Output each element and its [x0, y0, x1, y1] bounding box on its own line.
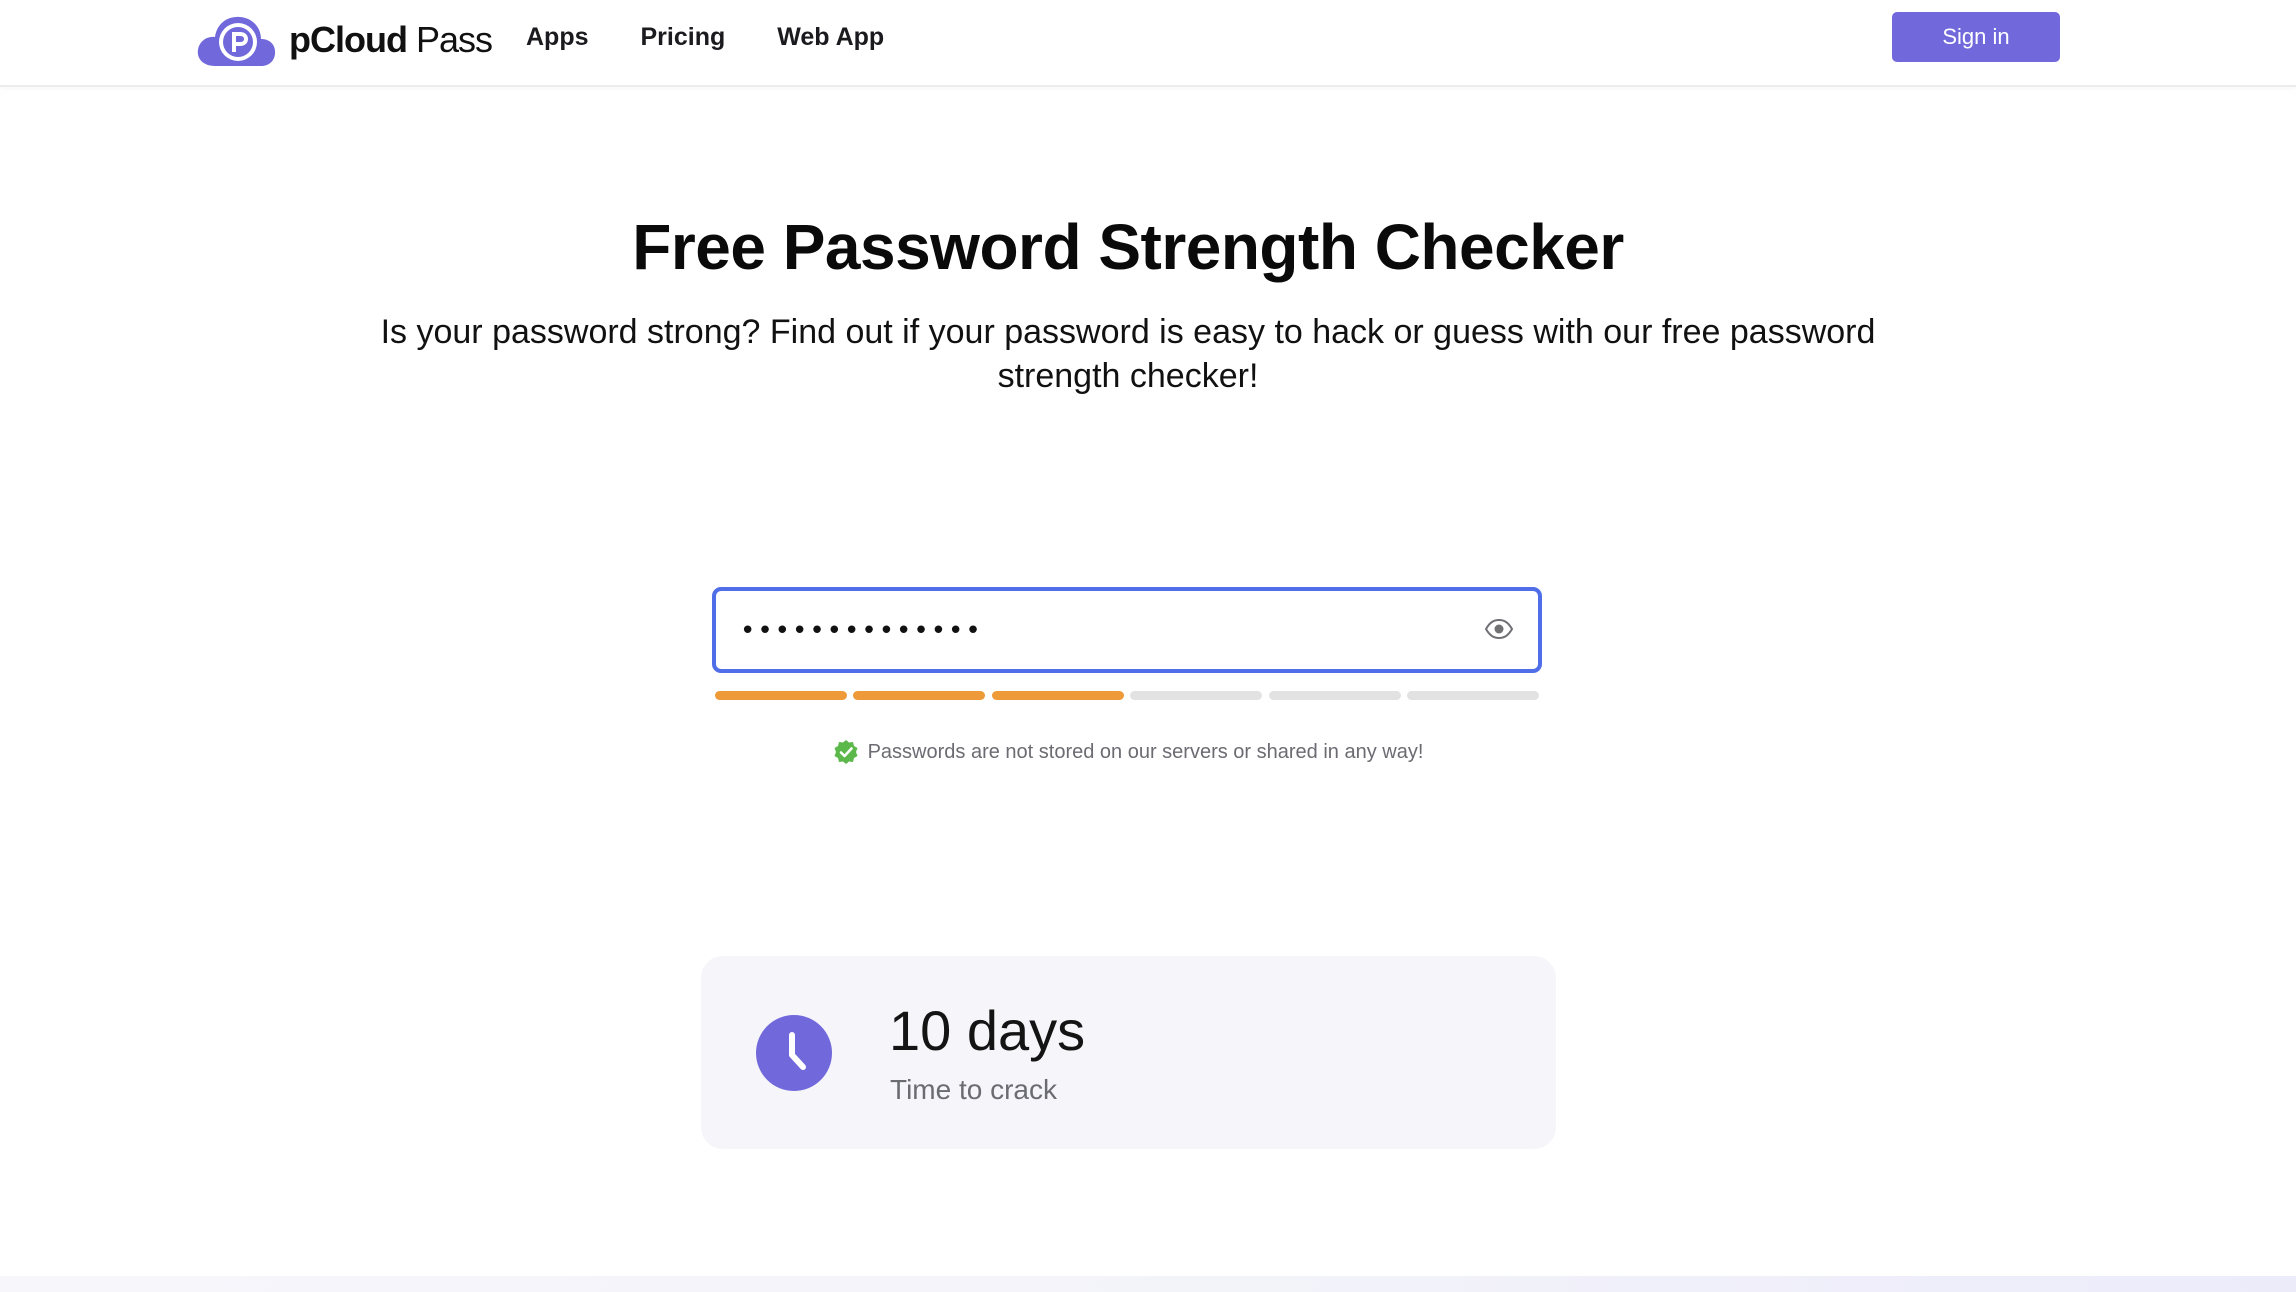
site-header: pCloud Pass Apps Pricing Web App Sign in	[0, 0, 2296, 87]
privacy-notice: Passwords are not stored on our servers …	[0, 739, 2256, 765]
page-subtitle: Is your password strong? Find out if you…	[380, 313, 1876, 395]
eye-icon[interactable]	[1484, 617, 1514, 641]
verified-check-icon	[833, 739, 859, 765]
privacy-notice-text: Passwords are not stored on our servers …	[867, 740, 1424, 763]
strength-segment	[715, 691, 847, 700]
brand-wordmark: pCloud Pass	[289, 12, 493, 68]
clock-icon	[756, 1015, 832, 1091]
brand-name: pCloud	[289, 19, 408, 60]
crack-time-card: 10 days Time to crack	[701, 956, 1556, 1149]
strength-segment	[1268, 691, 1401, 700]
crack-time-value: 10 days	[889, 999, 1086, 1062]
strength-segment	[991, 691, 1124, 700]
page: pCloud Pass Apps Pricing Web App Sign in…	[0, 0, 2296, 1292]
product-name: Pass	[415, 19, 493, 60]
nav-web-app[interactable]: Web App	[777, 23, 884, 52]
strength-segment	[1130, 691, 1263, 700]
sign-in-button[interactable]: Sign in	[1892, 12, 2060, 62]
strength-segment	[1406, 691, 1539, 700]
crack-time-label: Time to crack	[890, 1074, 1057, 1105]
footer-band	[0, 1276, 2296, 1292]
strength-meter	[715, 691, 1539, 700]
pcloud-logo-icon	[195, 12, 277, 68]
page-title: Free Password Strength Checker	[632, 211, 1624, 283]
password-input[interactable]	[738, 605, 1442, 657]
strength-segment	[853, 691, 986, 700]
nav-pricing[interactable]: Pricing	[641, 23, 726, 52]
nav-apps[interactable]: Apps	[526, 23, 589, 52]
home-logo-link[interactable]: pCloud Pass	[195, 12, 493, 68]
password-field-container	[712, 587, 1542, 673]
main-nav: Apps Pricing Web App	[526, 0, 936, 75]
